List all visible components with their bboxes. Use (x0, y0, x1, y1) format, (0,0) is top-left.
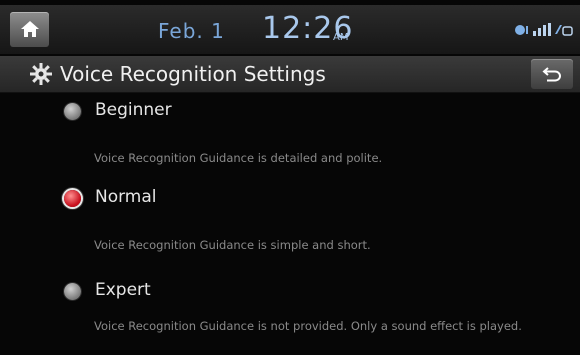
description-beginner: Voice Recognition Guidance is detailed a… (94, 151, 383, 165)
clock-ampm: AM (333, 32, 349, 43)
radio-normal[interactable] (64, 190, 81, 207)
radio-beginner[interactable] (64, 103, 81, 120)
screen: Feb. 1 12:26 AM Voice Recognition Settin… (0, 0, 580, 355)
page-title: Voice Recognition Settings (60, 62, 326, 86)
home-button[interactable] (10, 12, 49, 47)
radio-expert[interactable] (64, 283, 81, 300)
title-bar: Voice Recognition Settings (0, 56, 580, 93)
option-expert[interactable]: Expert (60, 275, 540, 309)
date-display: Feb. 1 (158, 19, 225, 43)
home-icon (21, 21, 39, 37)
status-bar: Feb. 1 12:26 AM (0, 5, 580, 54)
bluetooth-audio-icon (515, 25, 528, 35)
back-button[interactable] (531, 59, 573, 89)
back-arrow-icon (542, 67, 561, 82)
connectivity-icon (555, 25, 573, 36)
option-label-expert: Expert (95, 280, 151, 300)
gear-icon (30, 63, 52, 85)
description-normal: Voice Recognition Guidance is simple and… (94, 238, 371, 252)
description-expert: Voice Recognition Guidance is not provid… (94, 319, 522, 333)
option-beginner[interactable]: Beginner (60, 95, 540, 129)
option-label-beginner: Beginner (95, 100, 172, 120)
signal-bars-icon (533, 23, 551, 36)
option-normal[interactable]: Normal (60, 182, 540, 216)
option-label-normal: Normal (95, 187, 157, 207)
status-icons (515, 23, 573, 36)
